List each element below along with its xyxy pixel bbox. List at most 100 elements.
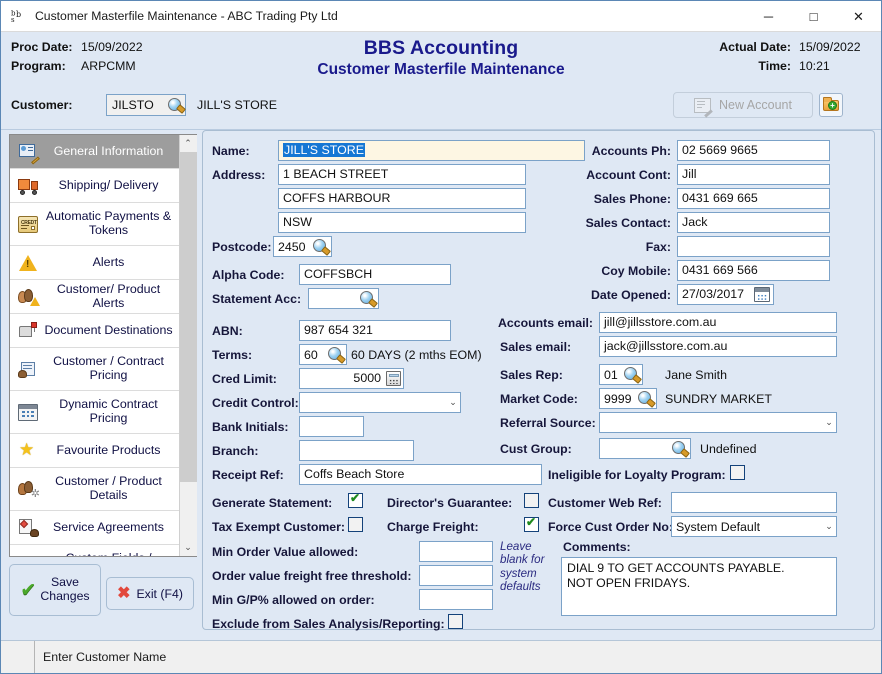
new-account-actions: New Account + [673,92,843,118]
name-input[interactable]: JILL'S STORE [278,140,585,161]
general-info-icon [15,143,41,160]
address-line2-input[interactable]: COFFS HARBOUR [278,188,526,209]
customer-web-ref-input[interactable] [671,492,837,513]
search-icon[interactable] [328,347,343,362]
calculator-icon[interactable] [386,371,401,386]
save-changes-button[interactable]: ✔ Save Changes [9,564,101,616]
calendar-icon[interactable] [754,287,770,302]
customer-code-input[interactable]: JILSTO [106,94,186,116]
sidebar-scrollbar[interactable]: ⌃ ⌄ [179,135,196,556]
sidebar-item-general-information[interactable]: General Information [10,135,179,169]
bank-initials-input[interactable] [299,416,364,437]
market-code-input[interactable]: 9999 [599,388,657,409]
force-cust-order-select[interactable]: System Default ⌄ [671,516,837,537]
folder-add-icon: + [823,100,839,111]
statement-acc-label: Statement Acc: [212,292,301,306]
search-icon[interactable] [638,391,653,406]
referral-source-select[interactable]: ⌄ [599,412,837,433]
market-code-label: Market Code: [500,392,578,406]
generate-statement-checkbox[interactable] [348,493,363,508]
postcode-input[interactable]: 2450 [273,236,332,257]
tax-exempt-checkbox[interactable] [348,517,363,532]
min-gp-input[interactable] [419,589,493,610]
close-button[interactable]: ✕ [836,1,881,32]
sidebar-label: Customer / Product Details [41,475,179,503]
ineligible-loyalty-checkbox[interactable] [730,465,745,480]
exit-button-label: Exit (F4) [136,587,182,601]
charge-freight-label: Charge Freight: [387,520,479,534]
sales-email-input[interactable]: jack@jillsstore.com.au [599,336,837,357]
cust-group-input[interactable] [599,438,691,459]
sidebar-item-favourite-products[interactable]: Favourite Products [10,434,179,468]
sidebar-item-customer-product-alerts[interactable]: Customer/ Product Alerts [10,280,179,314]
scrollbar-thumb[interactable] [180,152,197,482]
new-account-label: New Account [719,98,792,112]
search-icon[interactable] [672,441,687,456]
status-bar: Enter Customer Name [1,640,881,673]
statement-acc-input[interactable] [308,288,379,309]
sales-phone-input[interactable]: 0431 669 665 [677,188,830,209]
freight-free-input[interactable] [419,565,493,586]
edit-document-icon [694,98,711,113]
name-value: JILL'S STORE [283,143,365,157]
scroll-down-arrow-icon[interactable]: ⌄ [180,539,197,556]
accounts-email-input[interactable]: jill@jillsstore.com.au [599,312,837,333]
sidebar-item-shipping-delivery[interactable]: Shipping/ Delivery [10,169,179,203]
sidebar-item-alerts[interactable]: Alerts [10,246,179,280]
sidebar-label: Customer / Contract Pricing [41,355,179,383]
alpha-code-input[interactable]: COFFSBCH [299,264,451,285]
sidebar-item-custom-fields[interactable]: Custom Fields / Attributes [10,545,179,556]
address-line3-input[interactable]: NSW [278,212,526,233]
branch-input[interactable] [299,440,414,461]
save-label-line2: Changes [40,589,89,603]
sidebar-label: General Information [41,145,179,159]
date-opened-label: Date Opened: [583,288,671,302]
terms-input[interactable]: 60 [299,344,347,365]
program-label: Program: [11,59,81,73]
market-code-name: SUNDRY MARKET [665,392,772,406]
account-cont-input[interactable]: Jill [677,164,830,185]
min-order-value-input[interactable] [419,541,493,562]
sidebar-label: Service Agreements [41,521,179,535]
search-icon[interactable] [360,291,375,306]
sidebar-item-service-agreements[interactable]: Service Agreements [10,511,179,545]
exclude-sales-checkbox[interactable] [448,614,463,629]
sidebar-item-customer-product-details[interactable]: ✲ Customer / Product Details [10,468,179,511]
fax-input[interactable] [677,236,830,257]
sidebar-label: Custom Fields / Attributes [41,552,179,556]
sidebar-item-dynamic-contract-pricing[interactable]: Dynamic Contract Pricing [10,391,179,434]
directors-guarantee-checkbox[interactable] [524,493,539,508]
sales-rep-input[interactable]: 01 [599,364,643,385]
save-label-line1: Save [51,575,79,589]
new-account-button[interactable]: New Account [673,92,813,118]
scrollbar-track[interactable] [180,152,197,539]
comments-textarea[interactable]: DIAL 9 TO GET ACCOUNTS PAYABLE. NOT OPEN… [561,557,837,616]
charge-freight-checkbox[interactable] [524,517,539,532]
receipt-ref-input[interactable]: Coffs Beach Store [299,464,542,485]
sales-contact-input[interactable]: Jack [677,212,830,233]
sidebar-item-document-destinations[interactable]: Document Destinations [10,314,179,348]
exit-button[interactable]: ✖ Exit (F4) [106,577,194,610]
search-icon[interactable] [624,367,639,382]
minimize-button[interactable]: ─ [746,1,791,32]
time-label: Time: [758,59,791,73]
scroll-up-arrow-icon[interactable]: ⌃ [180,135,197,152]
chevron-down-icon: ⌄ [822,521,836,532]
coy-mobile-input[interactable]: 0431 669 566 [677,260,830,281]
sidebar-item-automatic-payments[interactable]: CREDT Automatic Payments & Tokens [10,203,179,246]
sidebar-label: Customer/ Product Alerts [41,283,179,311]
sidebar-item-customer-contract-pricing[interactable]: Customer / Contract Pricing [10,348,179,391]
address-line1-input[interactable]: 1 BEACH STREET [278,164,526,185]
proc-date-label: Proc Date: [11,40,81,54]
credit-control-select[interactable]: ⌄ [299,392,461,413]
customer-name-display: JILL'S STORE [197,98,277,112]
accounts-ph-input[interactable]: 02 5669 9665 [677,140,830,161]
open-folder-button[interactable]: + [819,93,843,117]
search-icon[interactable] [313,239,328,254]
force-cust-order-label: Force Cust Order No: [548,520,673,534]
cross-icon: ✖ [117,586,130,602]
search-icon[interactable] [168,98,183,113]
maximize-button[interactable]: □ [791,1,836,32]
postcode-value: 2450 [278,240,313,254]
abn-input[interactable]: 987 654 321 [299,320,451,341]
